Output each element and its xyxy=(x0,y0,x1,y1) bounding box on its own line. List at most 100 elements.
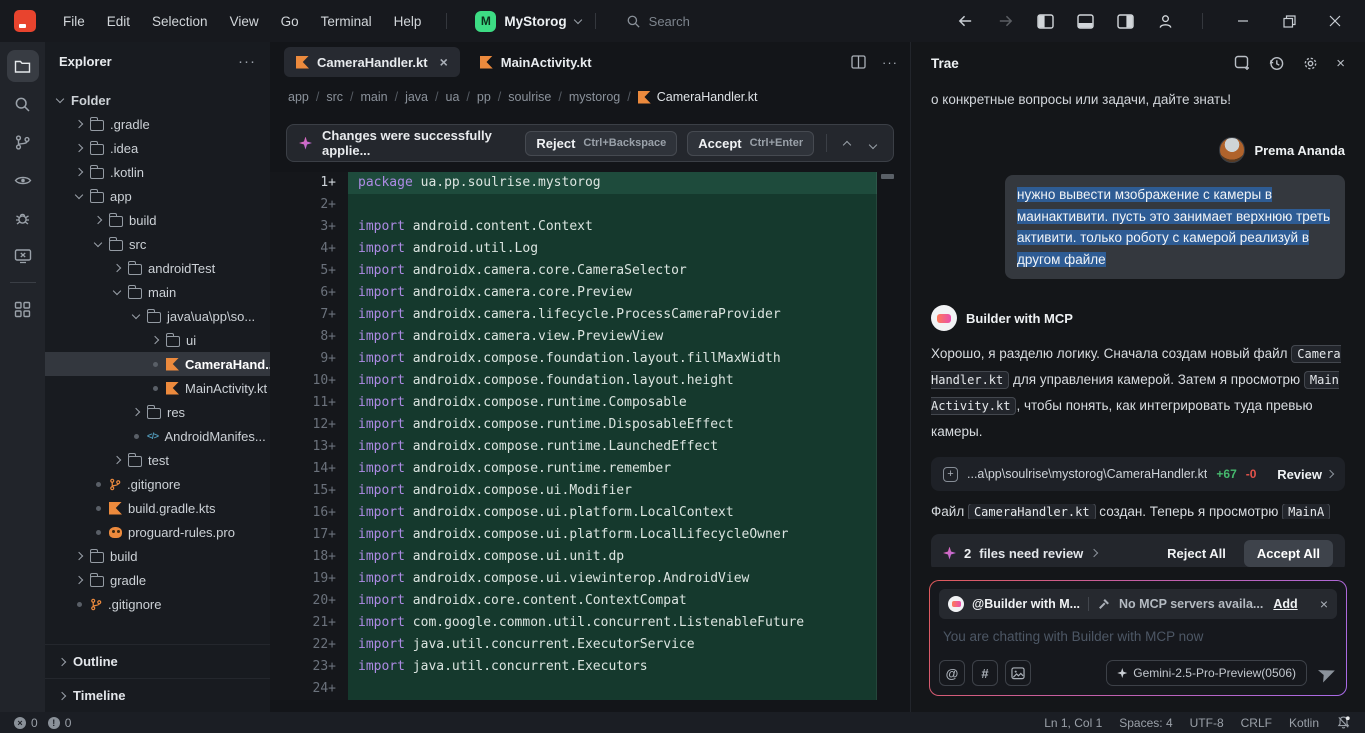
editor-more-icon[interactable]: ··· xyxy=(882,55,898,70)
tree-item-app[interactable]: app xyxy=(45,184,270,208)
toggle-bottom-panel-icon[interactable] xyxy=(1068,7,1102,35)
code-line[interactable]: 16+ import androidx.compose.ui.platform.L… xyxy=(270,502,910,524)
window-minimize-button[interactable] xyxy=(1223,6,1263,36)
status-kotlin[interactable]: Kotlin xyxy=(1289,716,1319,730)
menu-view[interactable]: View xyxy=(219,14,270,29)
close-tab-icon[interactable]: × xyxy=(440,54,448,70)
menu-file[interactable]: File xyxy=(52,14,96,29)
outline-section[interactable]: Outline xyxy=(45,644,270,678)
toggle-left-panel-icon[interactable] xyxy=(1028,7,1062,35)
breadcrumb-file[interactable]: CameraHandler.kt xyxy=(637,90,757,104)
review-link[interactable]: Review xyxy=(1277,467,1335,482)
chat-messages[interactable]: о конкретные вопросы или задачи, дайте з… xyxy=(911,84,1365,567)
code-line[interactable]: 21+ import com.google.common.util.concurr… xyxy=(270,612,910,634)
code-line[interactable]: 19+ import androidx.compose.ui.viewintero… xyxy=(270,568,910,590)
problems-indicator[interactable]: × 0 ! 0 xyxy=(14,716,71,730)
terminal-panel-icon[interactable] xyxy=(7,240,39,272)
tree-item-androidtest[interactable]: androidTest xyxy=(45,256,270,280)
tree-item-proguard-rules-pro[interactable]: proguard-rules.pro xyxy=(45,520,270,544)
chevron-right-icon[interactable] xyxy=(1090,548,1099,558)
breadcrumb[interactable]: app / src / main / java / ua / pp / soulrise / mystoro… xyxy=(270,82,910,112)
status-crlf[interactable]: CRLF xyxy=(1241,716,1272,730)
editor-scrollbar[interactable] xyxy=(881,174,894,179)
status-spaces-4[interactable]: Spaces: 4 xyxy=(1119,716,1172,730)
menu-edit[interactable]: Edit xyxy=(96,14,141,29)
menu-selection[interactable]: Selection xyxy=(141,14,219,29)
code-line[interactable]: 8+ import androidx.camera.view.PreviewVie… xyxy=(270,326,910,348)
code-line[interactable]: 9+ import androidx.compose.foundation.lay… xyxy=(270,348,910,370)
code-line[interactable]: 6+ import androidx.camera.core.Preview xyxy=(270,282,910,304)
debug-icon[interactable] xyxy=(7,202,39,234)
accept-all-button[interactable]: Accept All xyxy=(1243,539,1333,567)
code-line[interactable]: 11+ import androidx.compose.runtime.Compo… xyxy=(270,392,910,414)
tree-item-gitignore[interactable]: .gitignore xyxy=(45,592,270,616)
menu-help[interactable]: Help xyxy=(383,14,433,29)
notifications-bell-icon[interactable] xyxy=(1336,715,1351,730)
explorer-icon[interactable] xyxy=(6,50,39,82)
source-control-icon[interactable] xyxy=(7,126,39,158)
code-line[interactable]: 14+ import androidx.compose.runtime.remem… xyxy=(270,458,910,480)
code-line[interactable]: 22+ import java.util.concurrent.ExecutorS… xyxy=(270,634,910,656)
reject-button[interactable]: Reject Ctrl+Backspace xyxy=(525,130,678,156)
breadcrumb-item-app[interactable]: app xyxy=(288,90,309,104)
menu-go[interactable]: Go xyxy=(270,14,310,29)
tree-item-gitignore[interactable]: .gitignore xyxy=(45,472,270,496)
code-editor[interactable]: 1+ package ua.pp.soulrise.mystorog 2+ 3+ imp… xyxy=(270,172,910,712)
tree-item-res[interactable]: res xyxy=(45,400,270,424)
tree-item-androidmanifes[interactable]: </> AndroidManifes... xyxy=(45,424,270,448)
explorer-more-icon[interactable]: ··· xyxy=(238,53,256,70)
extensions-grid-icon[interactable] xyxy=(7,293,39,325)
code-line[interactable]: 20+ import androidx.core.content.ContextC… xyxy=(270,590,910,612)
tab-camerahandler-kt[interactable]: CameraHandler.kt × xyxy=(284,47,460,77)
code-line[interactable]: 1+ package ua.pp.soulrise.mystorog xyxy=(270,172,910,194)
tree-item-gradle[interactable]: .gradle xyxy=(45,112,270,136)
project-switcher[interactable]: M MyStorog xyxy=(475,10,582,32)
tree-item-build-gradle-kts[interactable]: build.gradle.kts xyxy=(45,496,270,520)
tree-item-folder[interactable]: Folder xyxy=(45,88,270,112)
code-line[interactable]: 2+ xyxy=(270,194,910,216)
tree-item-gradle[interactable]: gradle xyxy=(45,568,270,592)
history-icon[interactable] xyxy=(1268,55,1285,72)
timeline-section[interactable]: Timeline xyxy=(45,678,270,712)
code-line[interactable]: 5+ import androidx.camera.core.CameraSele… xyxy=(270,260,910,282)
agent-chip[interactable]: @Builder with M... xyxy=(972,597,1080,611)
prev-change-button[interactable] xyxy=(839,136,855,151)
tree-item-java-ua-pp-so[interactable]: java\ua\pp\so... xyxy=(45,304,270,328)
settings-gear-icon[interactable] xyxy=(1302,55,1319,72)
tree-item-build[interactable]: build xyxy=(45,208,270,232)
code-line[interactable]: 3+ import android.content.Context xyxy=(270,216,910,238)
tree-item-main[interactable]: main xyxy=(45,280,270,304)
code-line[interactable]: 12+ import androidx.compose.runtime.Dispo… xyxy=(270,414,910,436)
attach-image-button[interactable] xyxy=(1005,660,1031,686)
tree-item-test[interactable]: test xyxy=(45,448,270,472)
expand-plus-icon[interactable]: + xyxy=(943,466,958,482)
account-icon[interactable] xyxy=(1148,7,1182,35)
global-search[interactable] xyxy=(626,13,769,29)
code-line[interactable]: 4+ import android.util.Log xyxy=(270,238,910,260)
nav-forward-button[interactable] xyxy=(988,7,1022,35)
preview-eye-icon[interactable] xyxy=(7,164,39,196)
breadcrumb-item-ua[interactable]: ua xyxy=(446,90,460,104)
window-restore-button[interactable] xyxy=(1269,6,1309,36)
tree-item-camerahand[interactable]: CameraHand... xyxy=(45,352,270,376)
toggle-right-panel-icon[interactable] xyxy=(1108,7,1142,35)
context-tag-button[interactable]: # xyxy=(972,660,998,686)
status-ln-1-col-1[interactable]: Ln 1, Col 1 xyxy=(1044,716,1102,730)
code-line[interactable]: 18+ import androidx.compose.ui.unit.dp xyxy=(270,546,910,568)
close-panel-icon[interactable]: × xyxy=(1336,55,1345,72)
send-button[interactable] xyxy=(1318,664,1337,683)
tree-item-kotlin[interactable]: .kotlin xyxy=(45,160,270,184)
trae-logo-icon[interactable] xyxy=(14,10,36,32)
mention-button[interactable]: @ xyxy=(939,660,965,686)
tree-item-idea[interactable]: .idea xyxy=(45,136,270,160)
chat-input-placeholder[interactable]: You are chatting with Builder with MCP n… xyxy=(939,619,1337,660)
reject-all-button[interactable]: Reject All xyxy=(1157,546,1236,561)
code-line[interactable]: 17+ import androidx.compose.ui.platform.L… xyxy=(270,524,910,546)
menu-terminal[interactable]: Terminal xyxy=(310,14,383,29)
dismiss-context-icon[interactable]: × xyxy=(1320,596,1328,612)
code-line[interactable]: 24+ xyxy=(270,678,910,700)
tree-item-mainactivity-kt[interactable]: MainActivity.kt xyxy=(45,376,270,400)
search-panel-icon[interactable] xyxy=(7,88,39,120)
nav-back-button[interactable] xyxy=(948,7,982,35)
breadcrumb-item-main[interactable]: main xyxy=(361,90,388,104)
